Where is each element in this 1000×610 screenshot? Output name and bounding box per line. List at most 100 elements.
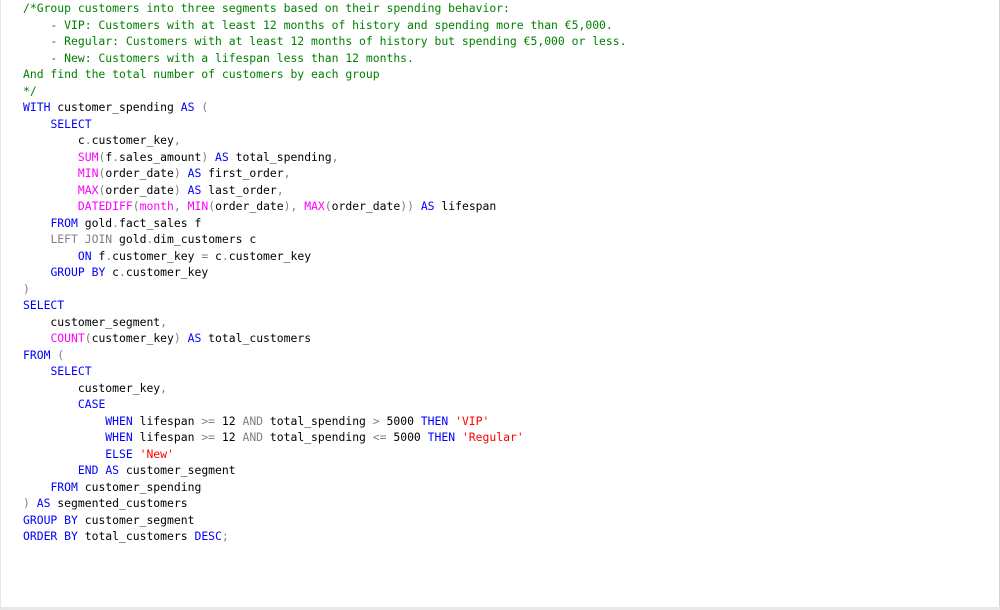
code-line[interactable]: GROUP BY customer_segment [23, 512, 626, 529]
code-token: lifespan [434, 199, 497, 213]
code-line[interactable]: customer_key, [23, 380, 626, 397]
code-line[interactable]: GROUP BY c.customer_key [23, 264, 626, 281]
code-line[interactable]: ON f.customer_key = c.customer_key [23, 248, 626, 265]
code-token: - VIP: Customers with at least 12 months… [23, 17, 613, 32]
code-token: ( [194, 100, 209, 114]
code-token: THEN [427, 430, 456, 444]
code-token: , [173, 133, 181, 147]
code-token: ( [50, 347, 65, 362]
code-token: AS [187, 166, 202, 180]
code-token: . [119, 265, 126, 279]
code-token: sales_amount [119, 149, 202, 164]
code-line[interactable]: END AS customer_segment [23, 462, 626, 479]
code-line[interactable]: WHEN lifespan >= 12 AND total_spending <… [23, 429, 626, 446]
code-token: , [173, 199, 188, 213]
code-token: ( [132, 199, 140, 213]
code-line[interactable]: WHEN lifespan >= 12 AND total_spending >… [23, 413, 626, 430]
code-line[interactable]: - VIP: Customers with at least 12 months… [23, 17, 626, 34]
code-line[interactable]: FROM gold.fact_sales f [23, 215, 626, 232]
code-line[interactable]: FROM customer_spending [23, 479, 626, 496]
code-token: customer_segment [23, 314, 161, 329]
code-token: 'New' [139, 446, 174, 461]
code-token: AND [242, 413, 264, 428]
code-token: DATEDIFF [77, 199, 133, 213]
code-token: AS [180, 100, 195, 114]
code-token: c [23, 133, 85, 147]
code-token: c [105, 265, 120, 279]
code-token: total_spending [263, 430, 373, 444]
code-line[interactable]: SELECT [23, 363, 626, 380]
code-line[interactable]: - New: Customers with a lifespan less th… [23, 50, 626, 67]
code-line[interactable]: WITH customer_spending AS ( [23, 99, 626, 116]
code-token: 5000 [379, 413, 421, 428]
code-token: . [112, 149, 120, 164]
code-token: order_date [331, 199, 401, 213]
code-token: , [276, 182, 284, 197]
code-token: MIN [77, 166, 99, 180]
code-token: CASE [77, 397, 106, 411]
code-token: ) [173, 182, 181, 197]
code-token: customer_key [112, 248, 202, 263]
code-token: . [112, 215, 120, 230]
code-token: - New: Customers with a lifespan less th… [23, 50, 414, 65]
code-token: customer_spending [77, 479, 202, 494]
code-token: >= [201, 430, 216, 444]
code-area[interactable]: /*Group customers into three segments ba… [23, 0, 626, 545]
sql-editor[interactable]: /*Group customers into three segments ba… [0, 0, 1000, 610]
code-token: order_date [105, 166, 174, 180]
code-token: ( [84, 331, 92, 345]
code-line[interactable]: ORDER BY total_customers DESC; [23, 528, 626, 545]
code-token: GROUP BY [50, 265, 106, 279]
code-token: SELECT [50, 364, 92, 378]
code-line[interactable]: COUNT(customer_key) AS total_customers [23, 330, 626, 347]
code-line[interactable]: DATEDIFF(month, MIN(order_date), MAX(ord… [23, 198, 626, 215]
code-token: , [160, 380, 168, 395]
code-line[interactable]: customer_segment, [23, 314, 626, 331]
code-token: fact_sales f [119, 215, 202, 230]
code-token: customer_key [91, 331, 174, 345]
code-token: 12 [215, 413, 243, 428]
code-line[interactable]: ) AS segmented_customers [23, 495, 626, 512]
code-line[interactable]: MAX(order_date) AS last_order, [23, 182, 626, 199]
code-token: total_customers [77, 529, 195, 543]
code-line[interactable]: c.customer_key, [23, 132, 626, 149]
code-token: /*Group customers into three segments ba… [23, 1, 510, 15]
code-line[interactable]: ELSE 'New' [23, 446, 626, 463]
code-line[interactable]: */ [23, 83, 626, 100]
code-token: customer_key [91, 133, 174, 147]
code-token: MAX [304, 199, 325, 213]
code-line[interactable]: SELECT [23, 297, 626, 314]
code-token: ) [23, 496, 30, 510]
code-line[interactable]: CASE [23, 396, 626, 413]
code-line[interactable]: /*Group customers into three segments ba… [23, 0, 626, 17]
code-line[interactable]: FROM ( [23, 347, 626, 364]
code-token: <= [372, 430, 387, 444]
code-line[interactable]: ) [23, 281, 626, 298]
code-line[interactable]: LEFT JOIN gold.dim_customers c [23, 231, 626, 248]
code-token: And find the total number of customers b… [23, 67, 380, 81]
code-token: customer_spending [50, 100, 181, 114]
code-token: AND [242, 430, 264, 444]
code-line[interactable]: SUM(f.sales_amount) AS total_spending, [23, 149, 626, 166]
code-line[interactable]: SELECT [23, 116, 626, 133]
code-token: > [372, 413, 380, 428]
code-token: ) [173, 166, 181, 180]
code-token: total_customers [201, 331, 312, 345]
code-token: FROM [23, 347, 51, 362]
code-line[interactable]: And find the total number of customers b… [23, 66, 626, 83]
code-line[interactable]: - Regular: Customers with at least 12 mo… [23, 33, 626, 50]
code-token: gold [112, 232, 147, 246]
code-token: customer_segment [119, 463, 236, 477]
code-line[interactable]: MIN(order_date) AS first_order, [23, 165, 626, 182]
